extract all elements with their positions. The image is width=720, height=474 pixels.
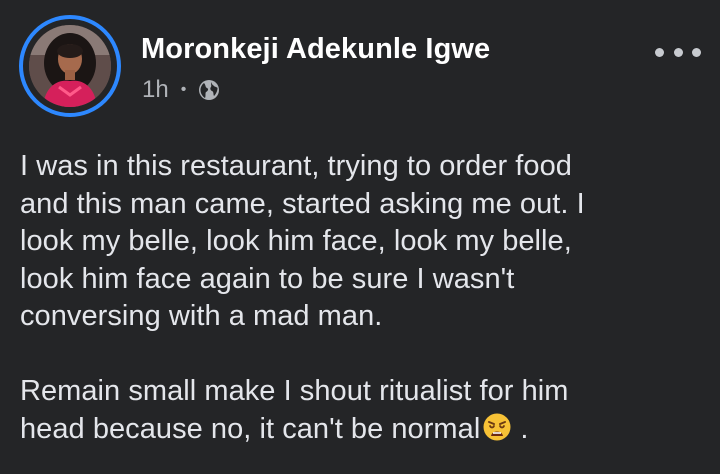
more-dot	[673, 47, 683, 57]
more-dot	[655, 47, 664, 57]
post-timestamp-link[interactable]: 1h	[142, 76, 169, 104]
more-options-icon[interactable]	[655, 40, 701, 64]
post-body: I was in this restaurant, trying to orde…	[20, 148, 710, 448]
globe-icon[interactable]	[197, 78, 221, 102]
more-dot	[692, 47, 701, 57]
post-paragraph: I was in this restaurant, trying to orde…	[20, 150, 585, 332]
weary-face-emoji-icon	[482, 412, 512, 442]
avatar-photo	[29, 25, 111, 107]
author-name-link[interactable]: Moronkeji Adekunle Igwe	[141, 33, 490, 66]
post-paragraph-end: .	[512, 412, 529, 445]
avatar[interactable]	[29, 25, 111, 107]
post-paragraph: Remain small make I shout ritualist for …	[20, 373, 710, 448]
profile-avatar-button[interactable]	[19, 15, 121, 117]
meta-separator: •	[180, 81, 187, 98]
post-meta: 1h •	[142, 76, 221, 104]
post-card: Moronkeji Adekunle Igwe 1h • I was in th…	[0, 0, 720, 474]
